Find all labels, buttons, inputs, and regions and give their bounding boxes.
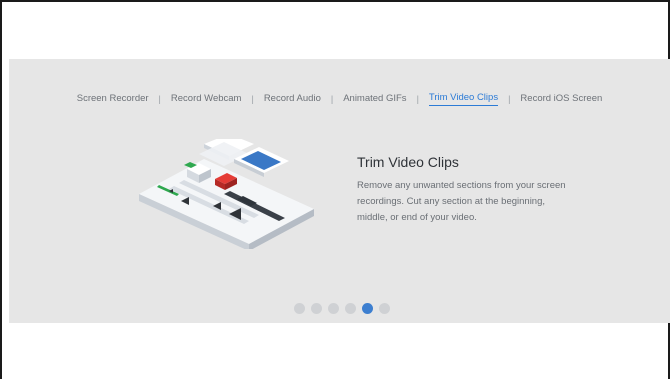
pagination-dot[interactable] bbox=[379, 303, 390, 314]
feature-title: Trim Video Clips bbox=[357, 154, 459, 170]
feature-carousel: Screen Recorder | Record Webcam | Record… bbox=[9, 59, 670, 323]
feature-tabs: Screen Recorder | Record Webcam | Record… bbox=[9, 92, 670, 106]
tab-separator: | bbox=[330, 94, 334, 104]
tab-separator: | bbox=[416, 94, 419, 104]
trim-video-illustration bbox=[129, 134, 329, 251]
tab-separator: | bbox=[251, 94, 254, 104]
pagination-dot[interactable] bbox=[328, 303, 339, 314]
pagination-dot[interactable] bbox=[345, 303, 356, 314]
feature-description: Remove any unwanted sections from your s… bbox=[357, 180, 566, 223]
tab-separator: | bbox=[158, 94, 161, 104]
video-editor-illustration-icon bbox=[139, 134, 314, 251]
tab-screen-recorder[interactable]: Screen Recorder bbox=[77, 93, 149, 106]
tab-record-webcam[interactable]: Record Webcam bbox=[171, 93, 242, 106]
tab-record-ios-screen[interactable]: Record iOS Screen bbox=[520, 93, 602, 106]
tab-trim-video-clips[interactable]: Trim Video Clips bbox=[428, 92, 499, 106]
carousel-pagination bbox=[294, 303, 390, 314]
tab-record-audio[interactable]: Record Audio bbox=[264, 93, 321, 106]
page-frame-edge bbox=[0, 323, 2, 379]
pagination-dot-active[interactable] bbox=[362, 303, 373, 314]
tab-separator: | bbox=[508, 94, 511, 104]
pagination-dot[interactable] bbox=[294, 303, 305, 314]
tab-animated-gifs[interactable]: Animated GIFs bbox=[343, 93, 406, 106]
pagination-dot[interactable] bbox=[311, 303, 322, 314]
